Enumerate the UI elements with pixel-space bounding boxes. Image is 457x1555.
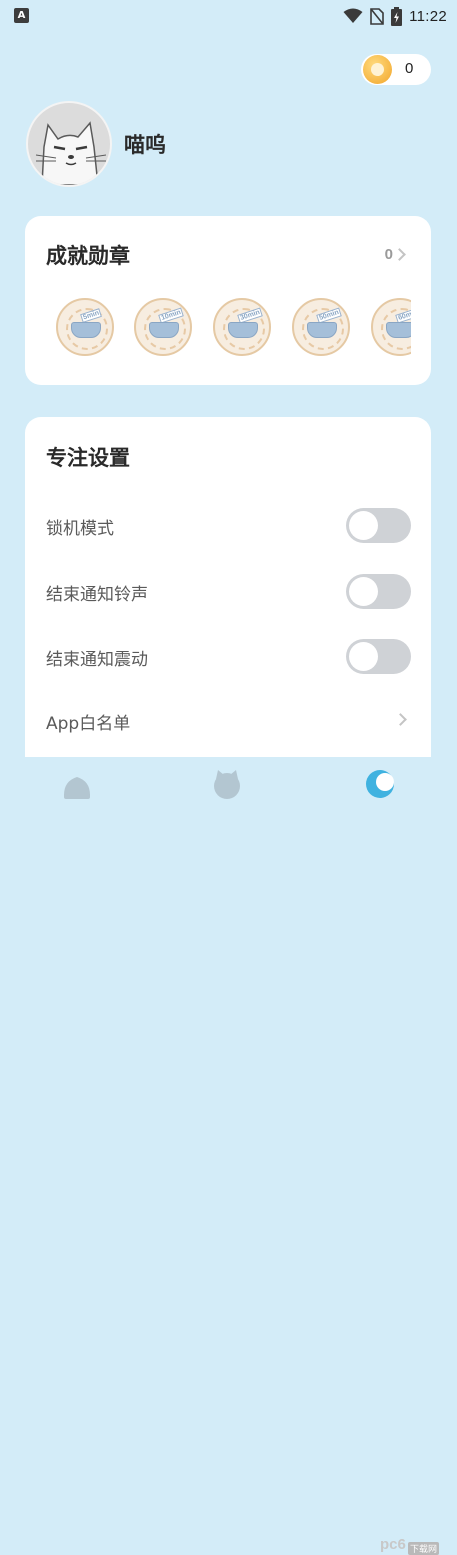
achievements-card[interactable]: 成就勋章 0 5min 10min 30min 50min 60min <box>25 216 431 385</box>
medal-label: 50min <box>316 307 343 324</box>
medal-badge[interactable]: 60min <box>371 298 411 356</box>
avatar[interactable] <box>26 101 112 187</box>
toggle-knob <box>349 642 378 671</box>
notification-badge: A <box>14 8 29 23</box>
toggle-knob <box>349 511 378 540</box>
toggle-knob <box>349 577 378 606</box>
nav-profile[interactable] <box>363 767 397 801</box>
chevron-right-icon <box>393 248 406 261</box>
nav-cat[interactable] <box>210 767 244 801</box>
status-icons: 11:22 <box>343 5 447 27</box>
focus-settings-title: 专注设置 <box>46 446 130 470</box>
medal-badge[interactable]: 5min <box>56 298 114 356</box>
medal-badge[interactable]: 30min <box>213 298 271 356</box>
username: 喵呜 <box>124 133 166 157</box>
setting-label: 锁机模式 <box>46 519 114 539</box>
status-bar: A 11:22 <box>0 0 457 32</box>
setting-lock-mode: 锁机模式 <box>46 505 411 545</box>
setting-label: 结束通知铃声 <box>46 585 148 605</box>
watermark-sub: 下载网 <box>408 1542 440 1555</box>
wifi-icon <box>343 8 363 23</box>
medal-label: 10min <box>158 307 185 324</box>
end-vibration-toggle[interactable] <box>346 639 411 674</box>
focus-settings-card: 专注设置 锁机模式 结束通知铃声 结束通知震动 App白名单 <box>25 417 431 757</box>
medal-label: 30min <box>237 307 264 324</box>
clock: 11:22 <box>409 7 447 25</box>
medal-label: 60min <box>395 307 411 324</box>
medal-list: 5min 10min 30min 50min 60min <box>56 298 411 360</box>
nav-home[interactable] <box>60 767 94 801</box>
no-sim-icon <box>370 7 384 25</box>
medal-label: 5min <box>80 308 103 323</box>
home-icon <box>64 777 90 799</box>
bottom-nav: pc6 下载网 <box>0 757 457 1555</box>
setting-label: 结束通知震动 <box>46 650 148 670</box>
setting-label: App白名单 <box>46 714 131 734</box>
achievements-title: 成就勋章 <box>46 244 130 268</box>
end-ringtone-toggle[interactable] <box>346 574 411 609</box>
cat-avatar-icon <box>35 121 107 185</box>
medal-count: 0 <box>384 246 393 263</box>
coin-balance[interactable]: 0 <box>361 54 431 85</box>
lock-mode-toggle[interactable] <box>346 508 411 543</box>
medal-badge[interactable]: 10min <box>134 298 192 356</box>
watermark-logo: pc6 <box>380 1536 406 1553</box>
setting-end-ringtone: 结束通知铃声 <box>46 571 411 611</box>
chevron-right-icon <box>394 713 407 726</box>
setting-app-whitelist[interactable]: App白名单 <box>46 700 411 740</box>
paw-coin-icon <box>363 55 392 84</box>
cat-icon <box>214 770 240 799</box>
medal-badge[interactable]: 50min <box>292 298 350 356</box>
setting-end-vibration: 结束通知震动 <box>46 636 411 676</box>
profile-icon <box>366 770 394 798</box>
coin-count: 0 <box>405 60 414 77</box>
battery-charging-icon <box>391 6 403 26</box>
